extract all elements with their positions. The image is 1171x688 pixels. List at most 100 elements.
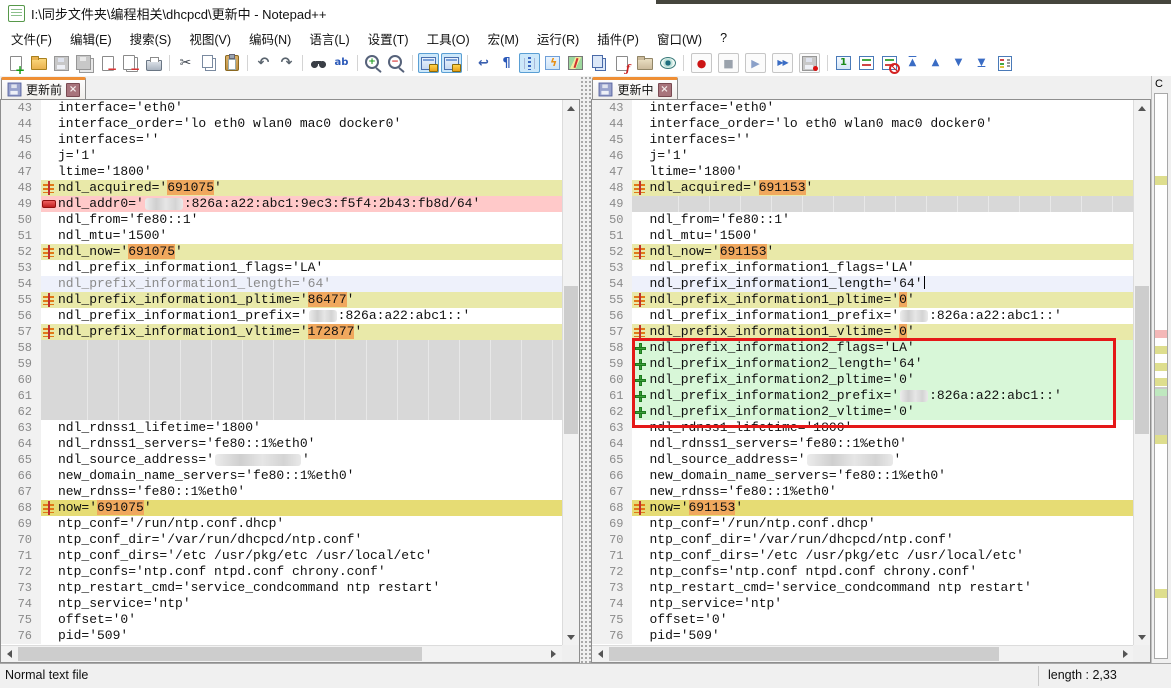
code-line-right-74[interactable]: 74ntp_service='ntp': [592, 596, 1133, 612]
code-line-right-48[interactable]: 48ndl_acquired='691153': [592, 180, 1133, 196]
new-file-button[interactable]: [5, 53, 26, 73]
code-line-left-71[interactable]: 71ntp_conf_dirs='/etc /usr/pkg/etc /usr/…: [1, 548, 562, 564]
code-line-right-68[interactable]: 68now='691153': [592, 500, 1133, 516]
code-line-left-74[interactable]: 74ntp_service='ntp': [1, 596, 562, 612]
code-line-right-50[interactable]: 50ndl_from='fe80::1': [592, 212, 1133, 228]
document-map-button[interactable]: [565, 53, 586, 73]
code-line-right-64[interactable]: 64ndl_rdnss1_servers='fe80::1%eth0': [592, 436, 1133, 452]
code-line-left-54[interactable]: 54ndl_prefix_information1_length='64': [1, 276, 562, 292]
code-line-right-46[interactable]: 46j='1': [592, 148, 1133, 164]
code-line-right-51[interactable]: 51ndl_mtu='1500': [592, 228, 1133, 244]
code-line-left-56[interactable]: 56ndl_prefix_information1_prefix=':826a:…: [1, 308, 562, 324]
macro-stop-button[interactable]: ■: [718, 53, 739, 73]
file-monitoring-button[interactable]: [657, 53, 678, 73]
print-button[interactable]: [143, 53, 164, 73]
horizontal-scrollbar-right[interactable]: [592, 645, 1133, 662]
macro-save-button[interactable]: [799, 53, 820, 73]
pane-splitter[interactable]: [580, 76, 592, 663]
paste-button[interactable]: [221, 53, 242, 73]
code-line-right-52[interactable]: 52ndl_now='691153': [592, 244, 1133, 260]
vertical-scrollbar-left[interactable]: [562, 100, 579, 645]
save-button[interactable]: [51, 53, 72, 73]
code-line-left-59[interactable]: 59: [1, 356, 562, 372]
code-line-right-75[interactable]: 75offset='0': [592, 612, 1133, 628]
save-all-button[interactable]: [74, 53, 95, 73]
scroll-down-button[interactable]: [563, 629, 579, 645]
replace-button[interactable]: ab: [331, 53, 352, 73]
code-line-right-45[interactable]: 45interfaces='': [592, 132, 1133, 148]
code-line-left-46[interactable]: 46j='1': [1, 148, 562, 164]
code-line-left-60[interactable]: 60: [1, 372, 562, 388]
menu-item-8[interactable]: 宏(M): [479, 26, 528, 51]
code-line-right-53[interactable]: 53ndl_prefix_information1_flags='LA': [592, 260, 1133, 276]
code-area-left[interactable]: 43interface='eth0'44interface_order='lo …: [1, 100, 562, 645]
tab-before[interactable]: 更新前: [1, 77, 86, 99]
vertical-scroll-thumb[interactable]: [1135, 286, 1149, 434]
horizontal-scrollbar-left[interactable]: [1, 645, 562, 662]
code-line-right-71[interactable]: 71ntp_conf_dirs='/etc /usr/pkg/etc /usr/…: [592, 548, 1133, 564]
scroll-left-button[interactable]: [1, 646, 17, 662]
vertical-scrollbar-right[interactable]: [1133, 100, 1150, 645]
menu-item-10[interactable]: 插件(P): [588, 26, 648, 51]
code-line-left-70[interactable]: 70ntp_conf_dir='/var/run/dhcpcd/ntp.conf…: [1, 532, 562, 548]
code-line-left-57[interactable]: 57ndl_prefix_information1_vltime='172877…: [1, 324, 562, 340]
scroll-up-button[interactable]: [563, 100, 579, 116]
code-line-left-63[interactable]: 63ndl_rdnss1_lifetime='1800': [1, 420, 562, 436]
compare-nav-bar-button[interactable]: [994, 53, 1015, 73]
code-line-right-58[interactable]: 58ndl_prefix_information2_flags='LA': [592, 340, 1133, 356]
code-line-left-50[interactable]: 50ndl_from='fe80::1': [1, 212, 562, 228]
code-line-right-49[interactable]: 49: [592, 196, 1133, 212]
code-line-left-65[interactable]: 65ndl_source_address='': [1, 452, 562, 468]
code-line-right-62[interactable]: 62ndl_prefix_information2_vltime='0': [592, 404, 1133, 420]
cut-button[interactable]: ✂: [175, 53, 196, 73]
scroll-left-button[interactable]: [592, 646, 608, 662]
code-area-right[interactable]: 43interface='eth0'44interface_order='lo …: [592, 100, 1133, 645]
horizontal-scroll-thumb[interactable]: [18, 647, 422, 661]
code-line-left-48[interactable]: 48ndl_acquired='691075': [1, 180, 562, 196]
code-line-left-45[interactable]: 45interfaces='': [1, 132, 562, 148]
close-button[interactable]: [97, 53, 118, 73]
code-line-right-43[interactable]: 43interface='eth0': [592, 100, 1133, 116]
code-line-left-62[interactable]: 62: [1, 404, 562, 420]
code-line-left-58[interactable]: 58: [1, 340, 562, 356]
close-tab-icon[interactable]: [658, 83, 672, 97]
menu-item-3[interactable]: 视图(V): [180, 26, 240, 51]
code-line-left-76[interactable]: 76pid='509': [1, 628, 562, 644]
show-wrap-symbol-button[interactable]: [542, 53, 563, 73]
menu-item-7[interactable]: 工具(O): [418, 26, 479, 51]
find-button[interactable]: [308, 53, 329, 73]
code-line-right-61[interactable]: 61ndl_prefix_information2_prefix=':826a:…: [592, 388, 1133, 404]
document-switcher-button[interactable]: [588, 53, 609, 73]
horizontal-scroll-thumb[interactable]: [609, 647, 998, 661]
code-line-right-72[interactable]: 72ntp_confs='ntp.conf ntpd.conf chrony.c…: [592, 564, 1133, 580]
code-line-right-55[interactable]: 55ndl_prefix_information1_pltime='0': [592, 292, 1133, 308]
code-line-left-49[interactable]: 49ndl_addr0=':826a:a22:abc1:9ec3:f5f4:2b…: [1, 196, 562, 212]
code-line-left-67[interactable]: 67new_rdnss='fe80::1%eth0': [1, 484, 562, 500]
open-file-button[interactable]: [28, 53, 49, 73]
code-line-left-72[interactable]: 72ntp_confs='ntp.conf ntpd.conf chrony.c…: [1, 564, 562, 580]
code-line-left-44[interactable]: 44interface_order='lo eth0 wlan0 mac0 do…: [1, 116, 562, 132]
folder-as-workspace-button[interactable]: [634, 53, 655, 73]
code-line-right-54[interactable]: 54ndl_prefix_information1_length='64': [592, 276, 1133, 292]
copy-button[interactable]: [198, 53, 219, 73]
compare-last-diff-button[interactable]: ▼: [971, 53, 992, 73]
undo-button[interactable]: ↶: [253, 53, 274, 73]
macro-record-button[interactable]: ●: [691, 53, 712, 73]
code-line-left-55[interactable]: 55ndl_prefix_information1_pltime='86477': [1, 292, 562, 308]
code-line-left-64[interactable]: 64ndl_rdnss1_servers='fe80::1%eth0': [1, 436, 562, 452]
compare-prev-diff-button[interactable]: ▲: [925, 53, 946, 73]
scroll-right-button[interactable]: [546, 646, 562, 662]
menu-item-6[interactable]: 设置(T): [359, 26, 418, 51]
menu-item-4[interactable]: 编码(N): [240, 26, 300, 51]
code-line-left-73[interactable]: 73ntp_restart_cmd='service_condcommand n…: [1, 580, 562, 596]
menu-item-2[interactable]: 搜索(S): [121, 26, 181, 51]
code-line-left-43[interactable]: 43interface='eth0': [1, 100, 562, 116]
menu-item-5[interactable]: 语言(L): [300, 26, 358, 51]
code-line-left-52[interactable]: 52ndl_now='691075': [1, 244, 562, 260]
code-line-right-67[interactable]: 67new_rdnss='fe80::1%eth0': [592, 484, 1133, 500]
code-line-right-59[interactable]: 59ndl_prefix_information2_length='64': [592, 356, 1133, 372]
scroll-up-button[interactable]: [1134, 100, 1150, 116]
code-line-right-70[interactable]: 70ntp_conf_dir='/var/run/dhcpcd/ntp.conf…: [592, 532, 1133, 548]
code-line-right-66[interactable]: 66new_domain_name_servers='fe80::1%eth0': [592, 468, 1133, 484]
compare-button[interactable]: [856, 53, 877, 73]
